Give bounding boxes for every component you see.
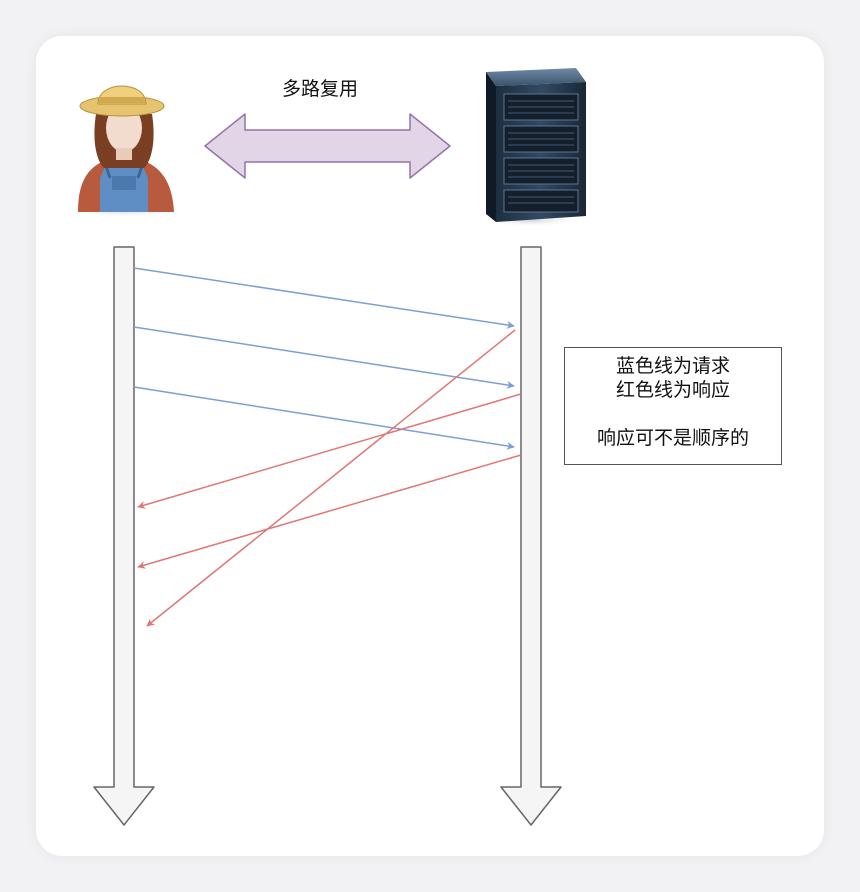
legend-line-response: 红色线为响应 (615, 379, 730, 401)
legend-line-request: 蓝色线为请求 (615, 355, 730, 377)
request-arrow-3 (133, 386, 515, 450)
client-timeline (93, 246, 155, 826)
farmer-person-icon (68, 85, 180, 218)
response-arrow-2 (137, 454, 522, 569)
server-rack-icon (478, 68, 586, 227)
response-arrow-3 (146, 329, 516, 627)
multiplex-label: 多路复用 (281, 78, 358, 100)
legend-line-order: 响应可不是顺序的 (596, 427, 749, 449)
legend-spacer (565, 402, 781, 426)
request-arrow-1 (133, 267, 515, 329)
multiplex-double-arrow (204, 113, 451, 179)
response-arrow-1 (137, 393, 522, 509)
legend-note-box: 蓝色线为请求 红色线为响应 响应可不是顺序的 (564, 347, 782, 465)
